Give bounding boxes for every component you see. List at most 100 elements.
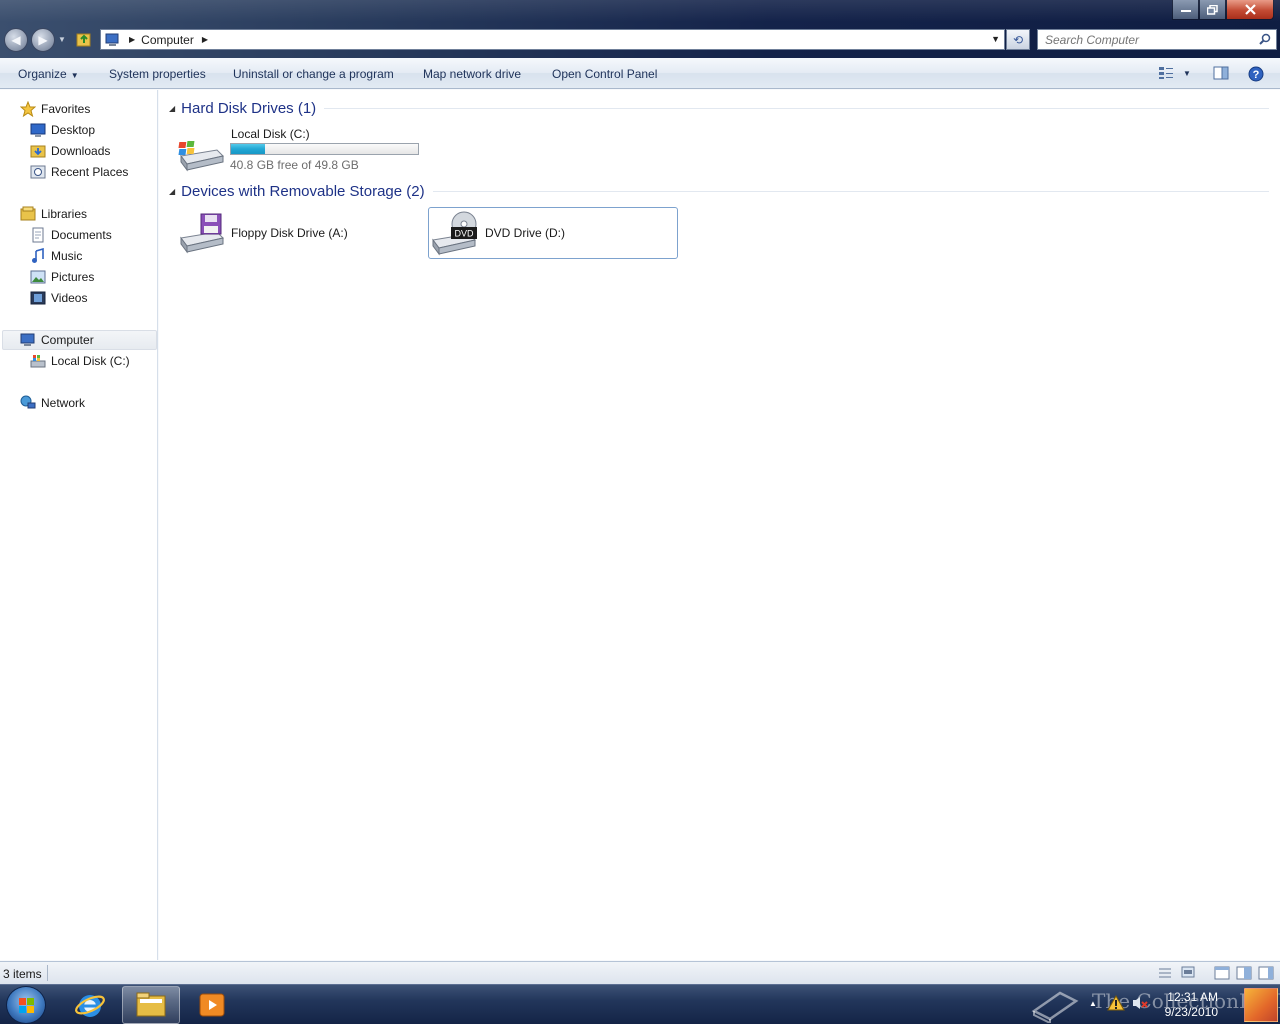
refresh-icon: ⟲: [1012, 32, 1024, 47]
action-center-warning-icon[interactable]: [1107, 995, 1125, 1011]
back-arrow-icon: ◀: [11, 33, 21, 47]
hard-disk-group-header[interactable]: ◢ Hard Disk Drives (1): [169, 100, 1269, 117]
local-disk-capacity-bar: [230, 143, 419, 155]
show-desktop-button[interactable]: [1244, 988, 1278, 1022]
open-control-panel-button[interactable]: Open Control Panel: [552, 67, 657, 81]
windows-logo-icon: [19, 998, 34, 1013]
item-count: 3 items: [3, 967, 42, 981]
clock-date: 9/23/2010: [1164, 1005, 1218, 1019]
nav-recent-places[interactable]: Recent Places: [30, 162, 128, 182]
nav-videos-label: Videos: [51, 291, 88, 305]
start-button[interactable]: [6, 986, 46, 1024]
computer-icon: [20, 333, 35, 346]
restore-icon: [1207, 4, 1218, 15]
local-disk-drive-icon: [178, 141, 224, 172]
nav-favorites[interactable]: Favorites: [20, 99, 90, 119]
search-icon[interactable]: [1259, 33, 1271, 45]
search-input[interactable]: [1038, 30, 1248, 49]
search-box[interactable]: [1037, 29, 1277, 50]
collapse-triangle-icon[interactable]: ◢: [169, 104, 175, 113]
layout-pane-icon[interactable]: [1214, 966, 1230, 980]
taskbar-windows-explorer[interactable]: [122, 986, 180, 1024]
map-network-drive-button[interactable]: Map network drive: [423, 67, 521, 81]
nav-desktop[interactable]: Desktop: [30, 120, 95, 140]
clock[interactable]: 12:31 AM 9/23/2010: [1165, 990, 1218, 1020]
local-disk-label: Local Disk (C:): [231, 127, 310, 141]
computer-icon: [105, 33, 119, 46]
music-icon: [32, 248, 44, 263]
book-watermark-icon: [1031, 991, 1079, 1023]
uninstall-program-button[interactable]: Uninstall or change a program: [233, 67, 394, 81]
breadcrumb-computer[interactable]: Computer: [141, 33, 194, 47]
address-history-dropdown-icon[interactable]: ▼: [991, 34, 1000, 44]
nav-recent-places-label: Recent Places: [51, 165, 129, 179]
nav-downloads-label: Downloads: [51, 144, 111, 158]
show-hidden-icons-icon[interactable]: ▲: [1089, 999, 1097, 1008]
group-divider: [324, 108, 1269, 109]
preview-layout-icon[interactable]: [1236, 966, 1252, 980]
chevron-down-icon: ▼: [70, 71, 79, 80]
folder-up-icon[interactable]: [76, 31, 92, 47]
back-button[interactable]: ◀: [4, 28, 28, 52]
dvd-drive-tile[interactable]: DVD DVD Drive (D:): [428, 207, 678, 259]
dvd-drive-icon: DVD: [432, 211, 477, 256]
recent-pages-dropdown[interactable]: ▼: [58, 35, 66, 44]
nav-local-disk[interactable]: Local Disk (C:): [30, 351, 130, 371]
collapse-triangle-icon[interactable]: ◢: [169, 187, 175, 196]
nav-libraries-label: Libraries: [41, 207, 88, 221]
svg-text:?: ?: [1253, 69, 1260, 81]
floppy-drive-icon: [180, 213, 224, 254]
media-player-icon: [199, 993, 225, 1017]
removable-group-header[interactable]: ◢ Devices with Removable Storage (2): [169, 183, 1269, 200]
network-icon: [20, 395, 36, 409]
refresh-button[interactable]: ⟲: [1006, 29, 1030, 50]
organize-label: Organize: [18, 67, 67, 81]
forward-arrow-icon: ▶: [38, 33, 48, 47]
view-options-dropdown-icon[interactable]: ▼: [1183, 69, 1191, 78]
nav-videos[interactable]: Videos: [30, 288, 87, 308]
taskbar-internet-explorer[interactable]: [61, 986, 119, 1024]
minimize-button[interactable]: [1172, 0, 1199, 20]
content-pane: ◢ Hard Disk Drives (1) Local Disk (C:) 4…: [159, 90, 1280, 960]
clock-time: 12:31 AM: [1167, 990, 1218, 1004]
nav-pictures-label: Pictures: [51, 270, 95, 284]
help-icon[interactable]: ?: [1248, 66, 1264, 82]
nav-downloads[interactable]: Downloads: [30, 141, 110, 161]
address-bar[interactable]: ▶ Computer ▶ ▼: [100, 29, 1005, 50]
pictures-icon: [30, 270, 46, 284]
dvd-badge: DVD: [454, 229, 474, 239]
preview-pane-icon[interactable]: [1213, 66, 1229, 80]
forward-button[interactable]: ▶: [31, 28, 55, 52]
details-pane-icon[interactable]: [1258, 966, 1274, 980]
change-view-icon[interactable]: [1158, 66, 1174, 80]
nav-pictures[interactable]: Pictures: [30, 267, 94, 287]
organize-button[interactable]: Organize ▼: [18, 67, 79, 81]
window-titlebar: ◀ ▶ ▼ ▶ Computer ▶ ▼ ⟲: [0, 0, 1280, 58]
nav-local-disk-label: Local Disk (C:): [51, 354, 130, 368]
taskbar-media-player[interactable]: [183, 986, 241, 1024]
nav-documents[interactable]: Documents: [30, 225, 112, 245]
downloads-folder-icon: [30, 145, 46, 158]
videos-icon: [30, 291, 46, 305]
maximize-button[interactable]: [1199, 0, 1226, 20]
large-icons-view-icon[interactable]: [1181, 966, 1195, 978]
close-icon: [1244, 4, 1256, 15]
nav-network[interactable]: Network: [20, 393, 85, 413]
volume-muted-icon[interactable]: [1131, 995, 1149, 1011]
nav-documents-label: Documents: [51, 228, 112, 242]
close-button[interactable]: [1226, 0, 1274, 20]
taskbar: The CollectionBook ▲ 12:31 AM 9/23/2010: [0, 984, 1280, 1024]
breadcrumb-separator-icon[interactable]: ▶: [129, 35, 135, 44]
breadcrumb-chevron-icon[interactable]: ▶: [202, 35, 208, 44]
nav-music[interactable]: Music: [30, 246, 82, 266]
nav-libraries[interactable]: Libraries: [20, 204, 87, 224]
system-properties-button[interactable]: System properties: [109, 67, 206, 81]
nav-computer[interactable]: Computer: [2, 330, 157, 350]
nav-network-label: Network: [41, 396, 86, 410]
floppy-drive-label: Floppy Disk Drive (A:): [231, 226, 348, 240]
details-view-icon[interactable]: [1158, 967, 1172, 979]
folder-icon: [136, 992, 166, 1017]
nav-computer-label: Computer: [41, 333, 94, 347]
nav-music-label: Music: [51, 249, 83, 263]
star-icon: [20, 101, 36, 117]
